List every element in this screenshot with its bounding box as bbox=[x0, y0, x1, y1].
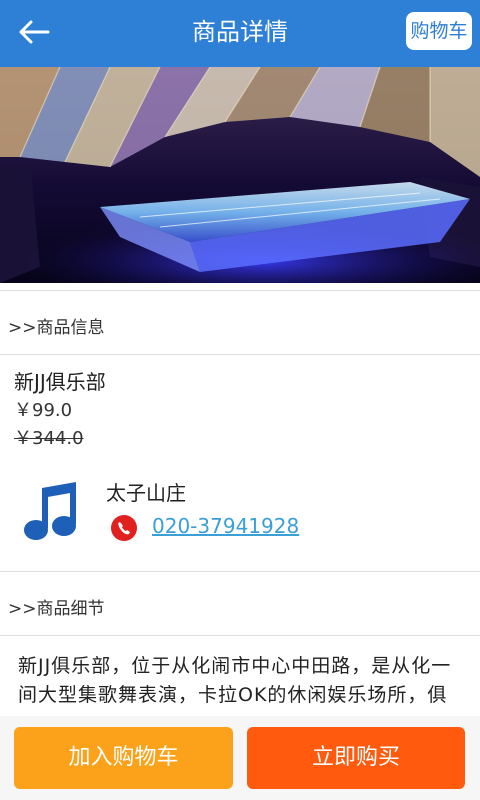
original-price: ￥344.0 bbox=[14, 428, 84, 449]
product-image bbox=[0, 67, 480, 283]
buy-now-button[interactable]: 立即购买 bbox=[247, 727, 465, 789]
shop-name: 太子山庄 bbox=[106, 481, 186, 505]
club-interior-illustration bbox=[0, 67, 480, 283]
section-title-info: >>商品信息 bbox=[8, 318, 105, 338]
divider bbox=[0, 635, 480, 636]
divider bbox=[0, 571, 480, 572]
section-title-detail: >>商品细节 bbox=[8, 599, 105, 619]
product-price: ￥99.0 bbox=[14, 400, 73, 421]
header-bar: 商品详情 购物车 bbox=[0, 0, 480, 67]
cart-button[interactable]: 购物车 bbox=[406, 12, 472, 50]
add-to-cart-button[interactable]: 加入购物车 bbox=[14, 727, 233, 789]
product-name: 新JJ俱乐部 bbox=[14, 370, 106, 394]
divider bbox=[0, 354, 480, 355]
phone-icon[interactable] bbox=[110, 514, 138, 542]
music-note-icon bbox=[24, 482, 76, 540]
product-description: 新JJ俱乐部，位于从化闹市中心中田路，是从化一间大型集歌舞表演，卡拉OK的休闲娱… bbox=[18, 655, 452, 706]
phone-number-link[interactable]: 020-37941928 bbox=[152, 514, 299, 538]
divider bbox=[0, 290, 480, 291]
